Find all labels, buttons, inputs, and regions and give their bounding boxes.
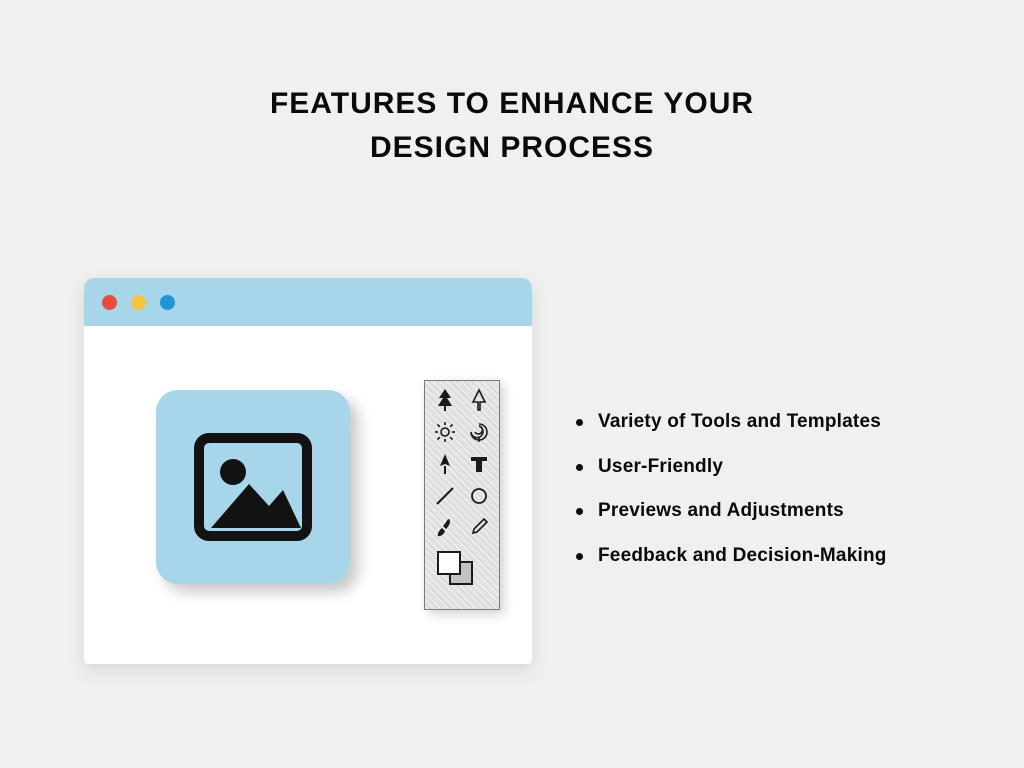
tree-icon — [429, 385, 461, 415]
palette-grid — [429, 385, 495, 543]
title-line-2: DESIGN PROCESS — [0, 126, 1024, 170]
line-icon — [429, 481, 461, 511]
browser-window — [84, 278, 532, 664]
window-dot-maximize-icon — [160, 295, 175, 310]
window-dot-close-icon — [102, 295, 117, 310]
page-title: FEATURES TO ENHANCE YOUR DESIGN PROCESS — [0, 0, 1024, 169]
image-placeholder-tile — [156, 390, 350, 584]
circle-icon — [463, 481, 495, 511]
brush-icon — [429, 513, 461, 543]
features-list: Variety of Tools and Templates User-Frie… — [576, 410, 996, 589]
feature-item: User-Friendly — [576, 455, 996, 480]
image-placeholder-icon — [193, 432, 313, 542]
swatch-front-icon — [437, 551, 461, 575]
feature-item: Feedback and Decision-Making — [576, 544, 996, 569]
window-titlebar — [84, 278, 532, 326]
sun-icon — [429, 417, 461, 447]
pen-icon — [429, 449, 461, 479]
feature-item: Previews and Adjustments — [576, 499, 996, 524]
pencil-icon — [463, 513, 495, 543]
tool-palette — [424, 380, 500, 610]
text-icon — [463, 449, 495, 479]
color-swatches — [429, 547, 495, 587]
window-dot-minimize-icon — [131, 295, 146, 310]
feature-item: Variety of Tools and Templates — [576, 410, 996, 435]
arrow-icon — [463, 385, 495, 415]
illustration-panel — [84, 278, 532, 664]
spiral-icon — [463, 417, 495, 447]
title-line-1: FEATURES TO ENHANCE YOUR — [0, 82, 1024, 126]
